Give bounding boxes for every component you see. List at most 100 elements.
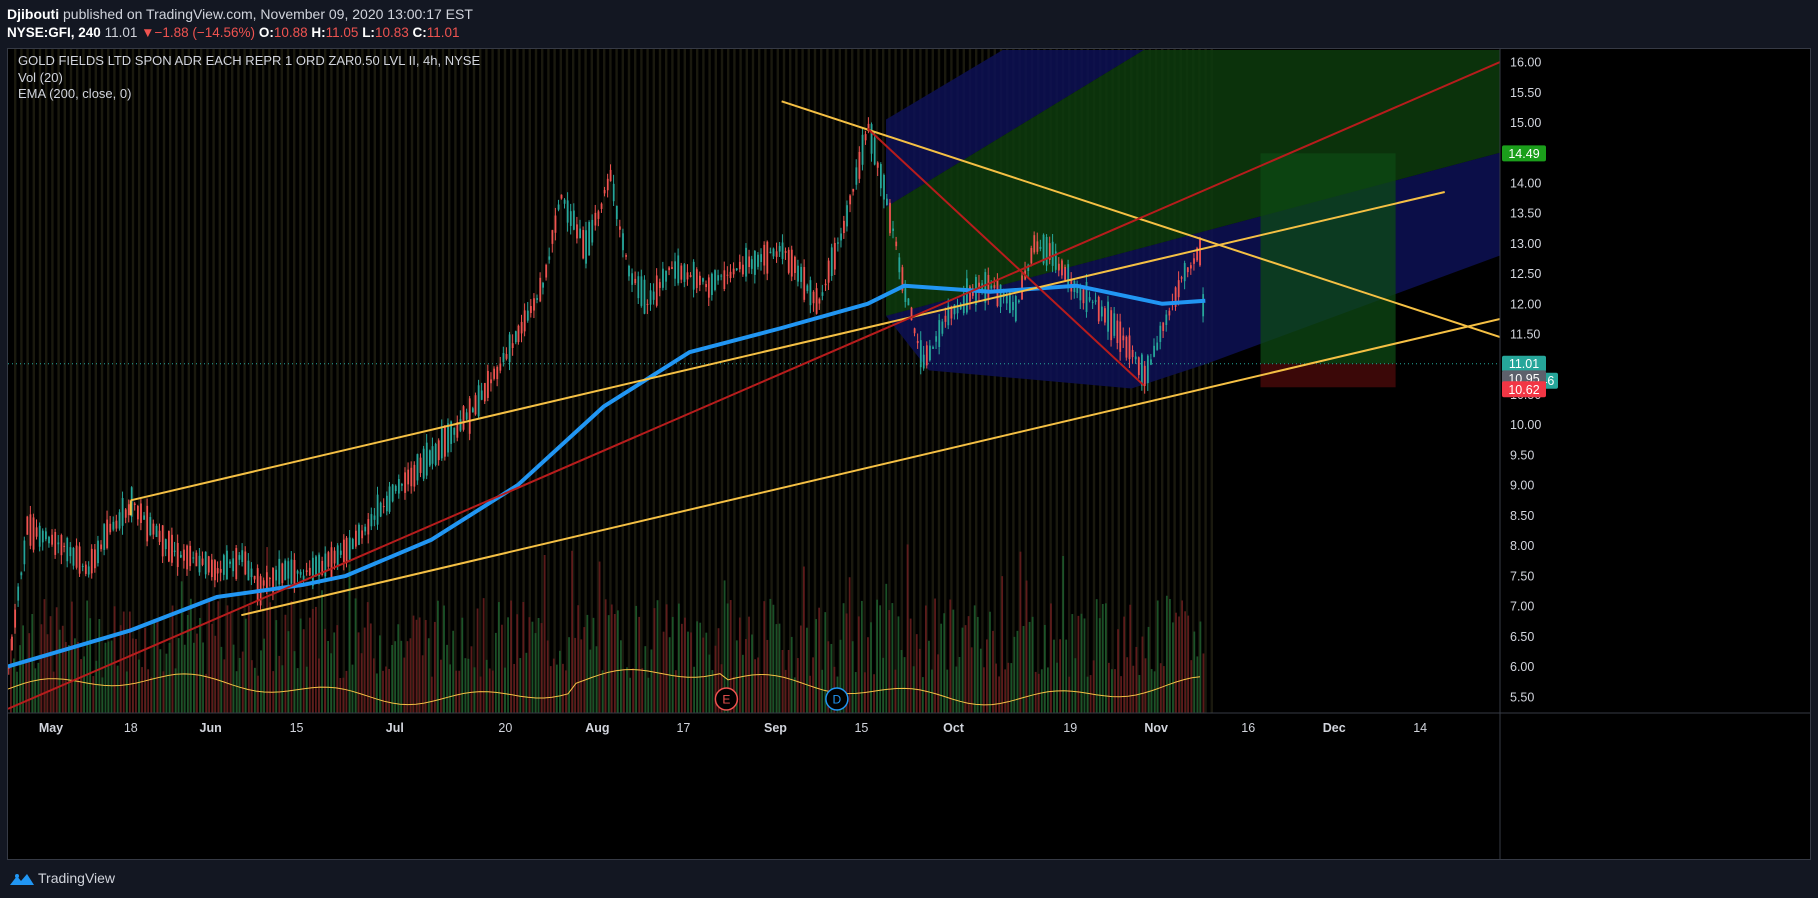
candle-body — [410, 467, 413, 487]
volume-bar — [101, 677, 104, 713]
candle-body — [275, 569, 278, 581]
candle-body — [668, 267, 671, 271]
volume-bar — [452, 630, 455, 713]
candle-body — [879, 164, 882, 189]
candle-body — [149, 517, 152, 536]
candle-body — [269, 578, 271, 580]
candle-body — [665, 270, 667, 282]
volume-bar — [583, 627, 586, 713]
candle-body — [1199, 237, 1201, 266]
volume-bar — [1068, 676, 1071, 713]
volume-bar — [339, 677, 342, 713]
volume-bar — [311, 608, 314, 713]
candle-body — [1082, 289, 1085, 304]
volume-bar — [1083, 618, 1086, 713]
volume-bar — [754, 659, 756, 713]
candle-body — [655, 275, 658, 306]
volume-bar — [1019, 551, 1022, 713]
price-chart[interactable]: ED16.0015.5015.0014.5014.0013.5013.0012.… — [8, 49, 1810, 859]
time-tick-label: 15 — [854, 721, 868, 735]
volume-bar — [64, 641, 67, 713]
volume-bar — [351, 664, 354, 713]
candle-body — [1091, 301, 1094, 303]
time-tick-label: 14 — [1413, 721, 1427, 735]
candle-body — [750, 259, 753, 269]
volume-bar — [867, 637, 869, 713]
candle-body — [250, 568, 253, 578]
volume-bar — [55, 607, 58, 713]
volume-bar — [205, 673, 207, 713]
volume-bar — [122, 611, 125, 713]
volume-bar — [1147, 626, 1150, 713]
volume-bar — [58, 629, 61, 713]
candle-body — [775, 251, 778, 257]
candle-body — [1079, 287, 1082, 301]
volume-bar — [464, 658, 467, 713]
candle-body — [416, 454, 419, 481]
candle-body — [186, 545, 188, 570]
volume-bar — [580, 639, 583, 713]
candle-body — [127, 504, 130, 516]
volume-bar — [928, 640, 930, 713]
volume-bar — [168, 642, 171, 713]
author-name[interactable]: Djibouti — [7, 6, 59, 22]
session-stripe — [32, 49, 35, 713]
volume-bar — [809, 675, 811, 713]
candle-body — [155, 525, 158, 538]
open-label: O: — [258, 25, 274, 40]
session-stripe — [144, 49, 147, 713]
volume-bar — [1098, 618, 1101, 713]
volume-bar — [632, 668, 634, 713]
volume-bar — [604, 599, 607, 713]
legend-ema[interactable]: EMA (200, close, 0) — [18, 86, 131, 101]
volume-bar — [113, 606, 116, 713]
candle-body — [364, 526, 367, 532]
volume-bar — [275, 620, 278, 713]
volume-bar — [226, 605, 229, 713]
volume-bar — [613, 614, 616, 713]
session-stripe — [782, 49, 786, 713]
candle-body — [837, 242, 839, 244]
candle-body — [124, 509, 127, 518]
candle-body — [858, 151, 861, 179]
candle-body — [281, 563, 284, 584]
candle-body — [133, 503, 136, 506]
candle-body — [428, 450, 431, 466]
volume-bar — [882, 657, 885, 713]
candle-body — [247, 560, 250, 581]
candle-body — [1061, 260, 1063, 276]
footer-brand[interactable]: TradingView — [38, 870, 115, 886]
candle-body — [173, 550, 176, 552]
legend-title[interactable]: GOLD FIELDS LTD SPON ADR EACH REPR 1 ORD… — [18, 53, 480, 68]
candle-body — [437, 440, 440, 461]
volume-bar — [443, 605, 445, 713]
candle-body — [711, 273, 713, 295]
volume-bar — [1190, 660, 1193, 713]
candle-body — [490, 379, 492, 384]
volume-bar — [681, 623, 683, 713]
candle-body — [932, 346, 934, 349]
volume-bar — [650, 649, 653, 713]
candle-body — [422, 448, 425, 479]
volume-bar — [702, 637, 705, 713]
candle-body — [118, 512, 121, 529]
chart-area[interactable]: ED16.0015.5015.0014.5014.0013.5013.0012.… — [7, 48, 1811, 860]
candle-body — [830, 247, 833, 276]
volume-bar — [763, 601, 766, 713]
volume-bar — [796, 658, 799, 713]
volume-bar — [116, 665, 119, 713]
volume-bar — [315, 606, 317, 713]
time-tick-label: 17 — [676, 721, 690, 735]
candle-body — [840, 233, 842, 241]
change-arrow-icon: ▼ — [141, 25, 155, 40]
legend-volume[interactable]: Vol (20) — [18, 70, 63, 85]
volume-bar — [1196, 656, 1199, 713]
candle-body — [210, 559, 213, 577]
session-stripe — [708, 49, 711, 713]
volume-bar — [516, 614, 519, 713]
volume-bar — [269, 602, 272, 713]
symbol-name[interactable]: NYSE:GFI, 240 — [7, 25, 101, 40]
candle-body — [1146, 355, 1149, 384]
event-marker-label: E — [722, 693, 730, 707]
tradingview-logo-icon[interactable] — [9, 871, 35, 887]
